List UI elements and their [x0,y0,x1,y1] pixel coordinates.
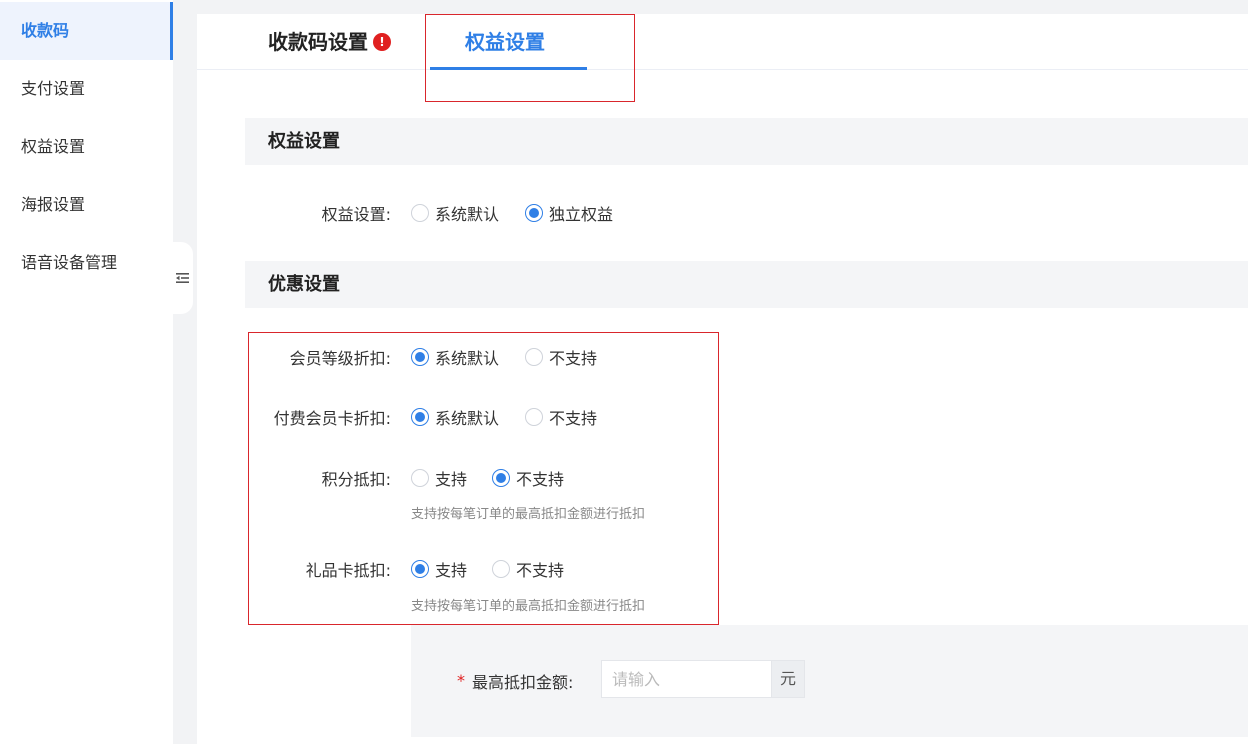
radio-label: 支持 [435,470,468,489]
radio-label: 支持 [435,561,468,580]
radio-circle [525,408,543,426]
radio-label: 系统默认 [435,409,500,428]
gift-card-deduction-hint: 支持按每笔订单的最高抵扣金额进行抵扣 [411,599,646,614]
currency-suffix: 元 [771,660,805,698]
radio-label: 不支持 [549,409,598,428]
section-header-rights: 权益设置 [245,118,1248,165]
paid-card-discount-label: 付费会员卡折扣: [273,409,391,428]
radio-label: 独立权益 [549,205,614,224]
max-deduction-input-group: 元 [601,660,805,698]
sidebar-item-label: 收款码 [21,21,70,40]
tab-label: 收款码设置 [268,30,368,54]
sidebar-item-label: 语音设备管理 [21,253,118,272]
sidebar-item-label: 权益设置 [21,137,86,156]
radio-circle-checked [411,408,429,426]
radio-label: 系统默认 [435,349,500,368]
radio-circle-checked [411,348,429,366]
gift-card-deduction-label: 礼品卡抵扣: [305,561,391,580]
sidebar-item-voice-device[interactable]: 语音设备管理 [0,234,173,292]
rights-setting-label: 权益设置: [321,205,391,224]
alert-icon: ! [373,32,391,51]
radio-label: 不支持 [516,561,565,580]
max-deduction-panel: * 最高抵扣金额: 元 [411,625,1248,737]
radio-points-support[interactable]: 支持 [411,466,467,490]
radio-member-level-system-default[interactable]: 系统默认 [411,345,499,369]
sidebar-collapse-button[interactable] [173,242,193,314]
radio-circle [492,560,510,578]
points-deduction-label: 积分抵扣: [321,470,391,489]
radio-points-unsupported[interactable]: 不支持 [492,466,564,490]
collapse-menu-icon [176,273,189,283]
tab-rights-settings[interactable]: 权益设置 [465,14,545,70]
member-level-discount-label: 会员等级折扣: [289,349,391,368]
radio-gift-card-support[interactable]: 支持 [411,557,467,581]
sidebar-item-rights-settings[interactable]: 权益设置 [0,118,173,176]
section-header-discount: 优惠设置 [245,261,1248,308]
radio-circle-checked [411,560,429,578]
radio-gift-card-unsupported[interactable]: 不支持 [492,557,564,581]
radio-circle [525,348,543,366]
radio-label: 不支持 [516,470,565,489]
sidebar: 收款码 支付设置 权益设置 海报设置 语音设备管理 [0,0,173,744]
sidebar-item-payment-settings[interactable]: 支付设置 [0,60,173,118]
radio-paid-card-system-default[interactable]: 系统默认 [411,405,499,429]
sidebar-item-poster-settings[interactable]: 海报设置 [0,176,173,234]
radio-circle-checked [525,204,543,222]
radio-member-level-unsupported[interactable]: 不支持 [525,345,597,369]
radio-circle [411,204,429,222]
max-deduction-input[interactable] [601,660,771,698]
radio-rights-system-default[interactable]: 系统默认 [411,201,499,225]
radio-rights-independent[interactable]: 独立权益 [525,201,613,225]
radio-label: 不支持 [549,349,598,368]
points-deduction-hint: 支持按每笔订单的最高抵扣金额进行抵扣 [411,507,646,522]
app-root: 收款码 支付设置 权益设置 海报设置 语音设备管理 收款码设置! 权益设置 权益… [0,0,1248,744]
max-deduction-label: 最高抵扣金额: [472,673,574,692]
radio-paid-card-unsupported[interactable]: 不支持 [525,405,597,429]
radio-circle-checked [492,469,510,487]
sidebar-item-payment-code[interactable]: 收款码 [0,2,173,60]
tab-label: 权益设置 [465,30,545,54]
radio-circle [411,469,429,487]
radio-label: 系统默认 [435,205,500,224]
sidebar-item-label: 支付设置 [21,79,86,98]
sidebar-item-label: 海报设置 [21,195,86,214]
active-tab-indicator [430,67,587,70]
main-panel: 收款码设置! 权益设置 权益设置 权益设置: 系统默认 独立权益 优惠设置 会员… [197,14,1248,744]
required-mark: * [457,671,465,690]
tabs-bar: 收款码设置! 权益设置 [197,14,1248,70]
tab-payment-code-settings[interactable]: 收款码设置! [268,14,391,70]
